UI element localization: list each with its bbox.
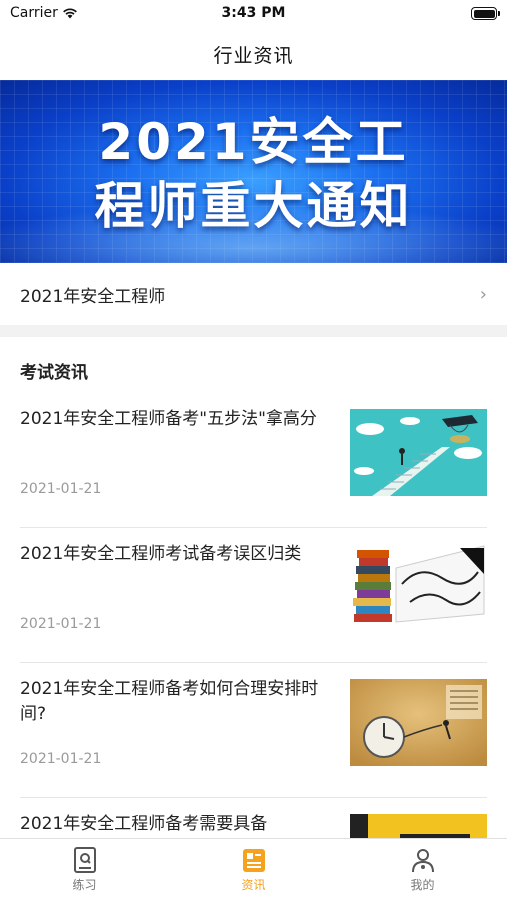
- news-list: 2021年安全工程师备考"五步法"拿高分 2021-01-21 2021年安全工…: [0, 393, 507, 900]
- tab-news[interactable]: 资讯: [169, 839, 338, 900]
- news-item[interactable]: 2021年安全工程师备考"五步法"拿高分 2021-01-21: [20, 393, 487, 528]
- news-title: 2021年安全工程师备考需要具备: [20, 814, 268, 834]
- nav-bar: 行业资讯: [0, 28, 507, 80]
- profile-icon: [411, 849, 434, 873]
- chevron-right-icon: ›: [479, 283, 487, 305]
- clock-illustration: [350, 679, 487, 766]
- news-title: 2021年安全工程师考试备考误区归类: [20, 544, 302, 564]
- battery-icon: [471, 7, 500, 20]
- news-icon: [242, 849, 265, 872]
- news-item[interactable]: 2021年安全工程师备考如何合理安排时间? 2021-01-21: [20, 663, 487, 798]
- section-title: 考试资讯: [20, 363, 88, 383]
- status-bar: Carrier 3:43 PM: [0, 0, 507, 28]
- section-divider: [0, 325, 507, 337]
- books-illustration: [350, 544, 487, 631]
- tab-label: 资讯: [241, 878, 266, 892]
- news-thumbnail-books: [350, 544, 487, 631]
- news-date: 2021-01-21: [20, 481, 102, 497]
- featured-link-label: 2021年安全工程师: [20, 286, 166, 307]
- news-item[interactable]: 2021年安全工程师考试备考误区归类 2021-01-21: [20, 528, 487, 663]
- tab-label: 我的: [410, 878, 435, 892]
- tab-bar: 练习 资讯 我的: [0, 838, 507, 900]
- news-title: 2021年安全工程师备考如何合理安排时间?: [20, 679, 319, 724]
- news-title: 2021年安全工程师备考"五步法"拿高分: [20, 409, 317, 429]
- banner[interactable]: 2021安全工 程师重大通知: [0, 80, 507, 263]
- news-thumbnail-stairs: [350, 409, 487, 496]
- clock: 3:43 PM: [221, 5, 286, 21]
- tab-profile[interactable]: 我的: [338, 839, 507, 900]
- news-date: 2021-01-21: [20, 751, 102, 767]
- tab-practice[interactable]: 练习: [0, 839, 169, 900]
- stairs-illustration: [350, 409, 487, 496]
- page-title: 行业资讯: [213, 44, 294, 67]
- banner-line-1: 2021安全工: [98, 113, 409, 171]
- practice-book-icon: [73, 847, 96, 873]
- banner-headline: 2021安全工 程师重大通知: [0, 110, 507, 238]
- news-thumbnail-clock: [350, 679, 487, 766]
- banner-line-2: 程师重大通知: [94, 177, 413, 235]
- featured-link-row[interactable]: 2021年安全工程师 ›: [0, 263, 507, 325]
- tab-label: 练习: [72, 878, 97, 892]
- news-date: 2021-01-21: [20, 616, 102, 632]
